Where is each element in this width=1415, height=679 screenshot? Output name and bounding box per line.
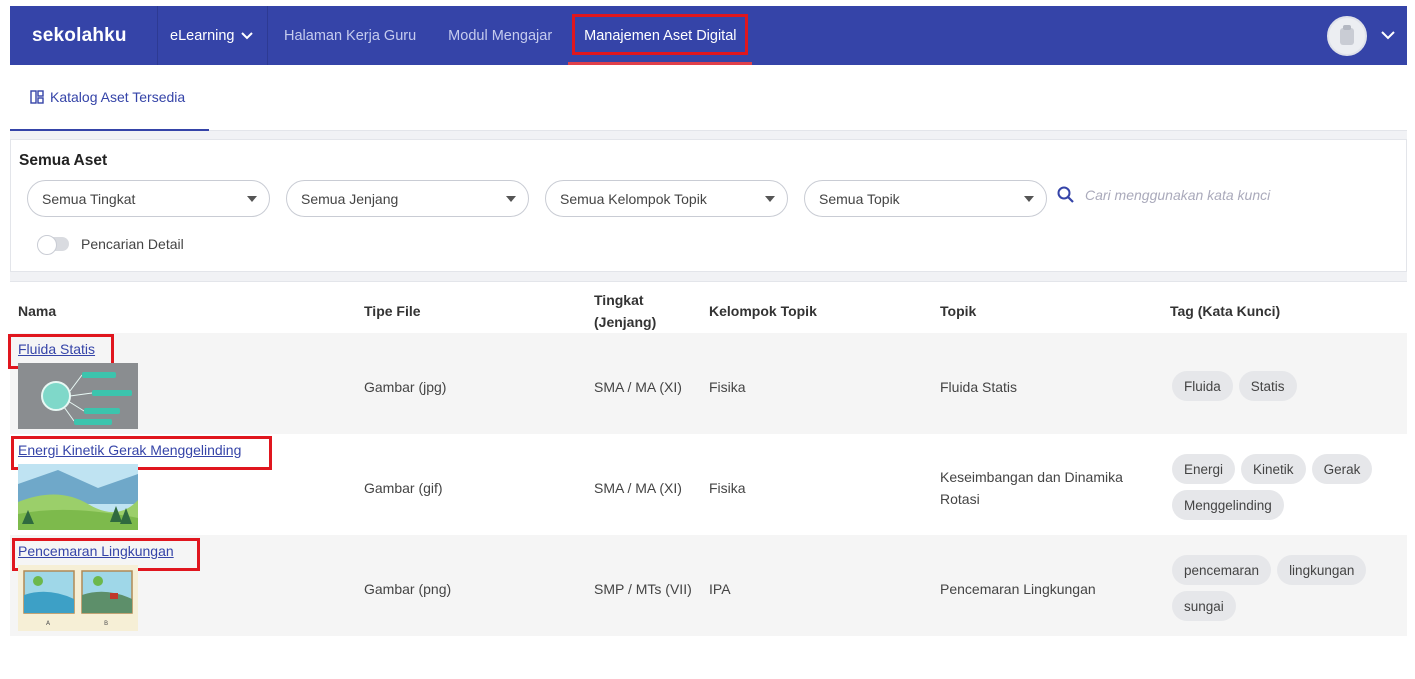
cell-tipe: Gambar (gif) (364, 480, 443, 496)
detail-search-toggle[interactable]: Pencarian Detail (37, 235, 184, 255)
header-nama: Nama (18, 303, 57, 319)
search-icon[interactable] (1057, 186, 1075, 204)
tab-katalog-aset[interactable]: Katalog Aset Tersedia (10, 65, 209, 131)
header-kelompok-topik: Kelompok Topik (709, 303, 817, 319)
elearning-label: eLearning (170, 27, 235, 44)
header-topik: Topik (940, 303, 977, 319)
select-kelompok-topik[interactable]: Semua Kelompok Topik (545, 180, 788, 217)
cell-topik-line2: Rotasi (940, 491, 980, 507)
toggle-label: Pencarian Detail (81, 236, 184, 252)
header-tingkat: Tingkat (Jenjang) (594, 289, 656, 333)
svg-text:B: B (104, 620, 108, 627)
table-row: Energi Kinetik Gerak Menggelinding Gamba… (10, 434, 1407, 535)
tag-chip[interactable]: sungai (1172, 591, 1236, 621)
select-topik[interactable]: Semua Topik (804, 180, 1047, 217)
tag-chip[interactable]: Menggelinding (1172, 490, 1284, 520)
table-header: Nama Tipe File Tingkat (Jenjang) Kelompo… (10, 281, 1407, 333)
cell-tingkat: SMA / MA (XI) (594, 480, 682, 496)
select-kelompok-value: Semua Kelompok Topik (560, 190, 707, 207)
header-tingkat-line2: (Jenjang) (594, 314, 657, 330)
search-area (1057, 186, 1385, 204)
cell-tipe: Gambar (jpg) (364, 379, 447, 395)
tag-list: Energi Kinetik Gerak Menggelinding (1172, 454, 1407, 520)
caret-down-icon (506, 196, 516, 202)
cell-topik: Fluida Statis (940, 379, 1018, 395)
select-jenjang[interactable]: Semua Jenjang (286, 180, 529, 217)
select-tingkat-value: Semua Tingkat (42, 190, 136, 207)
table-row: Fluida Statis Gambar (jpg) SMA / MA (XI)… (8, 333, 1407, 434)
layout-icon (30, 90, 44, 104)
asset-thumbnail[interactable] (18, 363, 138, 429)
avatar[interactable] (1327, 15, 1367, 56)
cell-topik: Keseimbangan dan Dinamika Rotasi (940, 466, 1123, 510)
cell-topik: Pencemaran Lingkungan (940, 581, 1096, 597)
asset-thumbnail[interactable] (18, 464, 138, 530)
caret-down-icon (765, 196, 775, 202)
tag-chip[interactable]: Fluida (1172, 371, 1233, 401)
chevron-down-icon[interactable] (1381, 31, 1395, 40)
asset-table: Nama Tipe File Tingkat (Jenjang) Kelompo… (8, 281, 1407, 636)
asset-thumbnail[interactable]: A B (18, 565, 138, 631)
header-tag: Tag (Kata Kunci) (1170, 303, 1281, 319)
cell-kelompok: Fisika (709, 480, 746, 496)
tag-chip[interactable]: Energi (1172, 454, 1236, 484)
tab-bar: Katalog Aset Tersedia (10, 65, 1407, 131)
elearning-menu[interactable]: eLearning (158, 6, 268, 65)
tag-chip[interactable]: Statis (1238, 371, 1297, 401)
tag-chip[interactable]: lingkungan (1277, 555, 1367, 585)
cell-tingkat: SMP / MTs (VII) (594, 581, 692, 597)
toggle-switch[interactable] (37, 235, 69, 255)
cell-kelompok: IPA (709, 581, 731, 597)
header-tingkat-line1: Tingkat (594, 292, 644, 308)
user-avatar-icon (1340, 24, 1354, 45)
tag-list: pencemaran lingkungan sungai (1172, 555, 1407, 621)
table-row: Pencemaran Lingkungan A B Gambar (png) S… (10, 535, 1407, 636)
nav-halaman-kerja-guru[interactable]: Halaman Kerja Guru (268, 6, 432, 65)
tag-chip[interactable]: pencemaran (1172, 555, 1272, 585)
filter-title: Semua Aset (19, 152, 108, 169)
select-topik-value: Semua Topik (819, 190, 900, 207)
filter-card: Semua Aset Semua Tingkat Semua Jenjang S… (10, 139, 1407, 272)
search-input[interactable] (1085, 187, 1385, 203)
logo[interactable]: sekolahku (10, 6, 158, 65)
tab-label: Katalog Aset Tersedia (50, 89, 186, 105)
tag-chip[interactable]: Gerak (1311, 454, 1373, 484)
caret-down-icon (247, 196, 257, 202)
cell-topik-line1: Keseimbangan dan Dinamika (940, 469, 1123, 485)
cell-tingkat: SMA / MA (XI) (594, 379, 682, 395)
tag-list: Fluida Statis (1172, 371, 1407, 401)
select-tingkat[interactable]: Semua Tingkat (27, 180, 270, 217)
cell-kelompok: Fisika (709, 379, 746, 395)
nav-modul-mengajar[interactable]: Modul Mengajar (432, 6, 568, 65)
select-jenjang-value: Semua Jenjang (301, 190, 399, 207)
highlight-box (572, 14, 748, 55)
caret-down-icon (1024, 196, 1034, 202)
cell-tipe: Gambar (png) (364, 581, 452, 597)
header-tipe-file: Tipe File (364, 303, 421, 319)
tag-chip[interactable]: Kinetik (1241, 454, 1306, 484)
chevron-down-icon (240, 31, 253, 39)
